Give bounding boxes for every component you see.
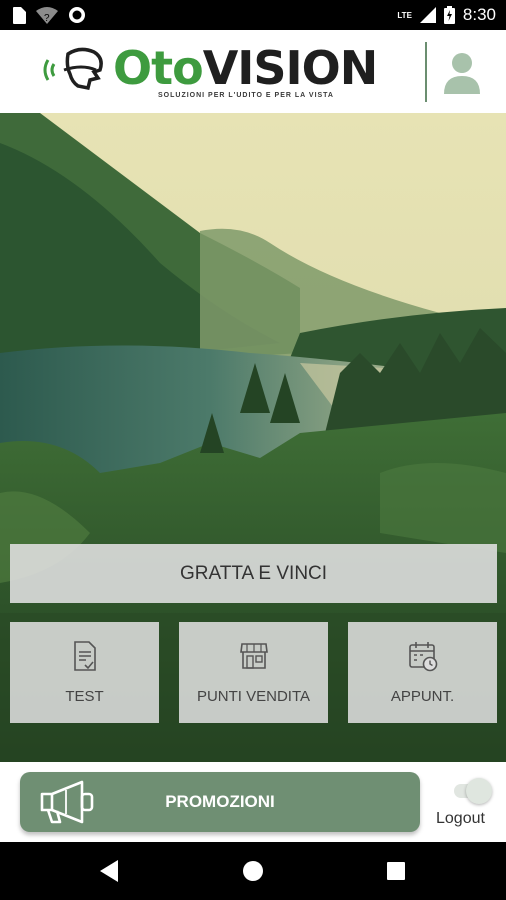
logout-toggle[interactable] <box>452 778 492 804</box>
promozioni-label: PROMOZIONI <box>165 792 275 811</box>
punti-vendita-label: PUNTI VENDITA <box>196 688 311 705</box>
brand-tagline: SOLUZIONI PER L'UDITO E PER LA VISTA <box>158 92 334 99</box>
test-button[interactable]: TEST <box>10 622 159 723</box>
user-profile-icon[interactable] <box>442 50 482 94</box>
sim-card-icon <box>13 6 26 24</box>
home-icon[interactable] <box>242 860 264 882</box>
appuntamenti-button[interactable]: APPUNT. <box>348 622 497 723</box>
ear-eye-logo-icon <box>43 47 103 91</box>
header-divider <box>425 42 427 102</box>
battery-icon <box>443 6 455 24</box>
network-type: LTE <box>397 10 412 20</box>
promozioni-button[interactable]: PROMOZIONI <box>20 772 420 832</box>
recents-icon[interactable] <box>386 861 406 881</box>
gratta-e-vinci-button[interactable]: GRATTA E VINCI <box>10 544 497 603</box>
clock: 8:30 <box>462 5 496 24</box>
svg-text:?: ? <box>44 13 50 24</box>
gratta-e-vinci-label: GRATTA E VINCI <box>179 562 328 584</box>
toggle-knob <box>466 778 492 804</box>
back-icon[interactable] <box>100 860 120 882</box>
wifi-question-icon: ? <box>36 6 58 24</box>
brand-name: OtoVISION <box>113 41 378 95</box>
test-label: TEST <box>65 688 104 705</box>
signal-icon <box>419 7 436 23</box>
circle-record-icon <box>69 7 85 23</box>
punti-vendita-button[interactable]: PUNTI VENDITA <box>179 622 328 723</box>
navigation-bar <box>0 842 506 900</box>
brand-logo: OtoVISION SOLUZIONI PER L'UDITO E PER LA… <box>40 42 385 104</box>
app-header: OtoVISION SOLUZIONI PER L'UDITO E PER LA… <box>0 30 506 113</box>
status-bar: ? LTE 8:30 <box>0 0 506 30</box>
appuntamenti-label: APPUNT. <box>390 688 455 705</box>
logout-label: Logout <box>436 810 485 827</box>
document-check-icon <box>73 641 96 671</box>
store-icon <box>239 643 268 669</box>
calendar-clock-icon <box>408 642 437 672</box>
bottom-bar: PROMOZIONI Logout <box>0 762 506 842</box>
